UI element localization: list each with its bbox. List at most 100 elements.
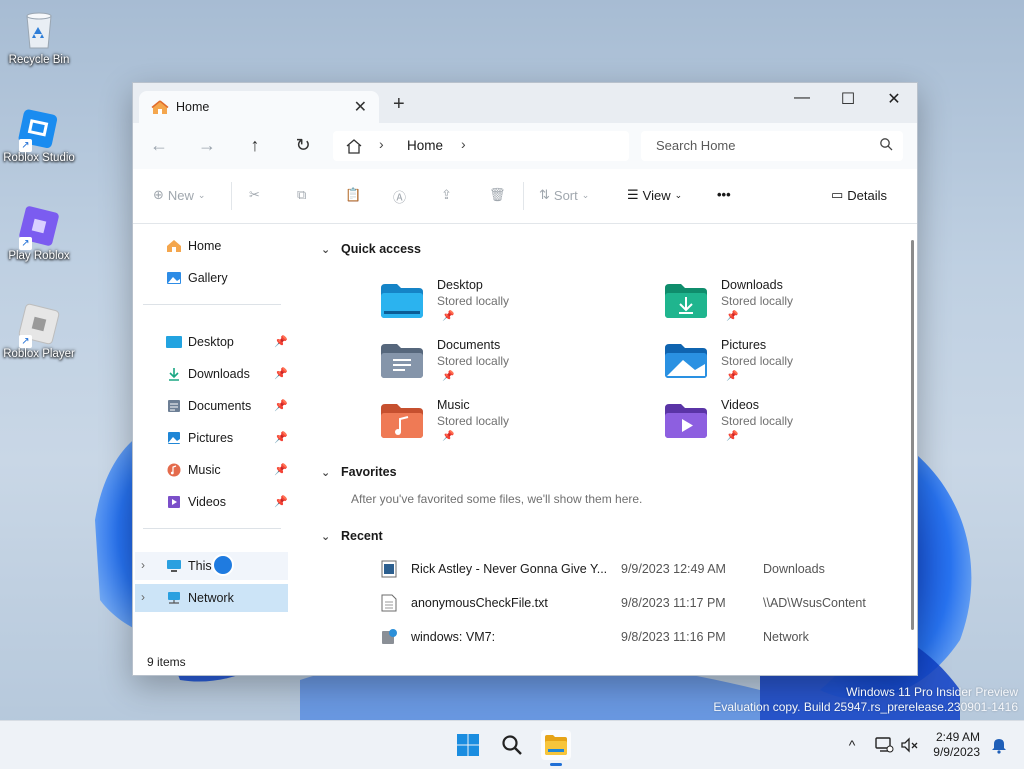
share-button[interactable]: ⇪	[441, 187, 452, 203]
desktop-folder-icon	[165, 334, 183, 350]
chevron-right-icon[interactable]: ›	[141, 590, 145, 604]
sort-icon: ⇅	[539, 187, 550, 202]
desktop-icon-play-roblox[interactable]: ↗ Play Roblox	[0, 204, 78, 262]
content-scrollbar[interactable]	[911, 240, 914, 630]
quick-access-item-music[interactable]: Music Stored locally 📌	[381, 398, 641, 454]
view-label: View	[642, 187, 671, 203]
favorites-empty-hint: After you've favorited some files, we'll…	[351, 492, 643, 506]
rename-button[interactable]: Ⓐ	[393, 187, 406, 206]
close-window-button[interactable]: ✕	[871, 89, 917, 109]
section-recent[interactable]: ⌄ Recent	[321, 529, 383, 543]
breadcrumb-current[interactable]: Home	[407, 138, 443, 153]
command-bar: ⊕ New ⌄ ✂ ⧉ 📋 Ⓐ ⇪ 🗑 ⇅ Sort ⌄ ☰ View ⌄ ••…	[133, 169, 917, 224]
desktop-icon-label: Roblox Studio	[3, 152, 75, 164]
text-file-icon	[381, 594, 397, 612]
refresh-button[interactable]: ↻	[291, 135, 315, 156]
sidebar-item-pictures[interactable]: Pictures 📌	[143, 424, 288, 452]
pin-icon: 📌	[274, 400, 288, 412]
search-taskbar-button[interactable]	[497, 730, 527, 760]
recent-file-location: Network	[763, 630, 809, 644]
new-tab-button[interactable]: +	[393, 93, 405, 116]
section-quick-access[interactable]: ⌄ Quick access	[321, 242, 421, 256]
recent-file-date: 9/9/2023 12:49 AM	[621, 562, 726, 576]
quick-access-item-desktop[interactable]: Desktop Stored locally 📌	[381, 278, 641, 334]
pin-icon: 📌	[726, 311, 739, 322]
sidebar-item-home[interactable]: Home	[143, 232, 288, 260]
sidebar-item-label: Downloads	[188, 367, 250, 381]
volume-muted-icon	[901, 737, 918, 753]
desktop-icon-roblox-player[interactable]: ↗ Roblox Player	[0, 302, 78, 360]
watermark-line: Windows 11 Pro Insider Preview	[846, 685, 1018, 699]
breadcrumb-separator[interactable]: ›	[461, 136, 466, 152]
view-button[interactable]: ☰ View ⌄	[627, 187, 682, 203]
recent-file-name: Rick Astley - Never Gonna Give Y...	[411, 562, 608, 576]
sidebar-item-documents[interactable]: Documents 📌	[143, 392, 288, 420]
recycle-bin-icon	[17, 8, 61, 52]
details-label: Details	[847, 187, 888, 203]
copy-icon: ⧉	[297, 187, 307, 202]
bell-icon	[992, 739, 1006, 754]
search-icon	[502, 735, 522, 755]
start-button[interactable]	[453, 730, 483, 760]
sort-button[interactable]: ⇅ Sort ⌄	[539, 187, 589, 203]
desktop-icon-recycle-bin[interactable]: Recycle Bin	[0, 8, 78, 66]
paste-button[interactable]: 📋	[345, 187, 361, 203]
sidebar-item-videos[interactable]: Videos 📌	[143, 488, 288, 516]
close-tab-button[interactable]: ✕	[354, 97, 367, 117]
sidebar-item-downloads[interactable]: Downloads 📌	[143, 360, 288, 388]
toolbar-divider	[523, 182, 524, 210]
details-button[interactable]: ▭ Details	[831, 187, 887, 203]
item-subtitle: Stored locally	[437, 354, 510, 368]
item-subtitle: Stored locally	[437, 414, 510, 428]
breadcrumb[interactable]: › Home ›	[333, 131, 629, 161]
sidebar-item-music[interactable]: Music 📌	[143, 456, 288, 484]
search-box[interactable]: Search Home	[641, 131, 903, 161]
pin-icon: 📌	[274, 432, 288, 444]
forward-button[interactable]: →	[195, 135, 219, 156]
search-input[interactable]: Search Home	[656, 138, 735, 153]
sidebar-item-label: Home	[188, 239, 222, 253]
maximize-button[interactable]: ☐	[825, 89, 871, 109]
quick-access-item-downloads[interactable]: Downloads Stored locally 📌	[665, 278, 917, 334]
home-outline-icon[interactable]	[345, 137, 363, 158]
minimize-button[interactable]: —	[779, 89, 825, 107]
chevron-right-icon[interactable]: ›	[141, 558, 145, 572]
breadcrumb-separator[interactable]: ›	[379, 136, 384, 152]
recent-file-row[interactable]: windows: VM7: 9/8/2023 11:16 PM Network	[381, 628, 901, 652]
trash-icon: 🗑	[489, 187, 506, 202]
copy-button[interactable]: ⧉	[297, 187, 306, 203]
home-icon	[151, 99, 169, 118]
section-favorites[interactable]: ⌄ Favorites	[321, 465, 397, 479]
sidebar-item-network[interactable]: › Network	[135, 584, 288, 612]
sidebar-item-gallery[interactable]: Gallery	[143, 264, 288, 292]
recent-file-row[interactable]: Rick Astley - Never Gonna Give Y... 9/9/…	[381, 560, 901, 584]
tab-home[interactable]: Home ✕	[139, 91, 379, 123]
notifications-button[interactable]	[984, 730, 1014, 760]
quick-access-item-pictures[interactable]: Pictures Stored locally 📌	[665, 338, 917, 394]
recent-file-row[interactable]: anonymousCheckFile.txt 9/8/2023 11:17 PM…	[381, 594, 901, 618]
desktop-icon-roblox-studio[interactable]: ↗ Roblox Studio	[0, 106, 78, 164]
item-name: Downloads	[721, 278, 783, 292]
chevron-down-icon: ⌄	[321, 243, 331, 256]
network-drive-icon	[382, 629, 397, 644]
sidebar-item-desktop[interactable]: Desktop 📌	[143, 328, 288, 356]
up-button[interactable]: ↑	[243, 135, 267, 156]
title-bar: Home ✕ + — ☐ ✕	[133, 83, 917, 123]
new-button[interactable]: ⊕ New ⌄	[153, 187, 205, 203]
see-more-button[interactable]: •••	[717, 187, 731, 202]
rename-icon: Ⓐ	[393, 190, 407, 205]
show-hidden-icons-button[interactable]: ^	[837, 730, 867, 760]
delete-button[interactable]: 🗑	[489, 187, 506, 203]
system-clock[interactable]: 2:49 AM 9/9/2023	[933, 730, 980, 760]
quick-access-item-documents[interactable]: Documents Stored locally 📌	[381, 338, 641, 394]
pin-icon: 📌	[274, 336, 288, 348]
section-title: Quick access	[341, 242, 421, 256]
cut-button[interactable]: ✂	[249, 187, 260, 203]
recent-file-name: anonymousCheckFile.txt	[411, 596, 548, 610]
toolbar-divider	[231, 182, 232, 210]
quick-access-item-videos[interactable]: Videos Stored locally 📌	[665, 398, 917, 454]
file-explorer-taskbar-button[interactable]	[541, 730, 571, 766]
volume-tray-button[interactable]	[895, 730, 925, 760]
tab-title: Home	[176, 100, 210, 114]
back-button[interactable]: ←	[147, 135, 171, 156]
